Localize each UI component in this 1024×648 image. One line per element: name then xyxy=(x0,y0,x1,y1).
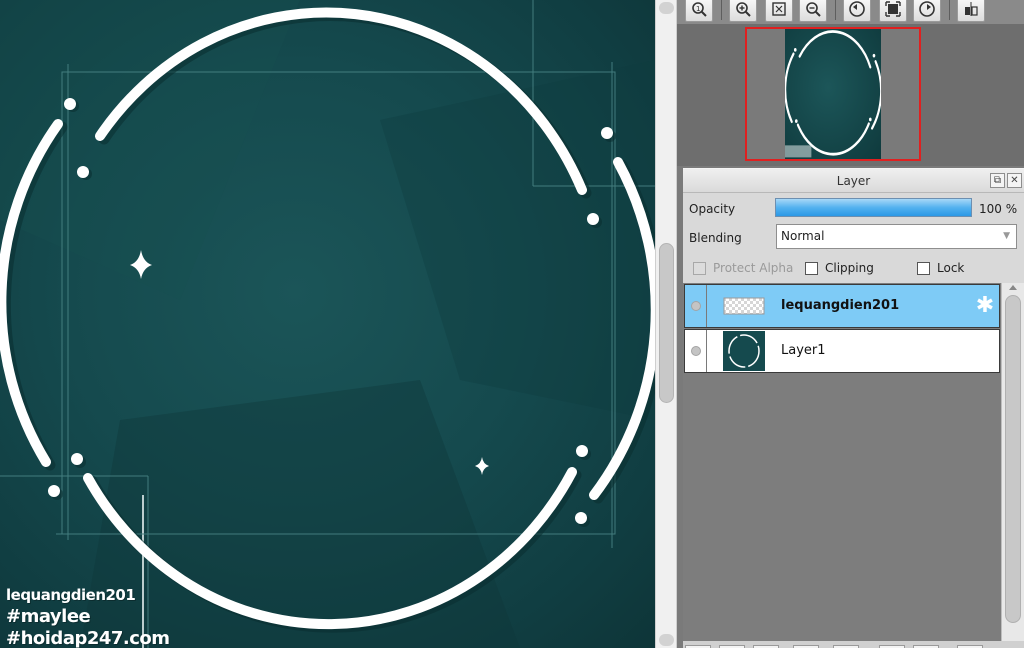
rotate-left-icon[interactable] xyxy=(843,0,871,22)
watermark-line-2: #maylee xyxy=(6,606,91,627)
flip-icon[interactable] xyxy=(957,0,985,22)
watermark-line-1: lequangdien201 xyxy=(6,586,136,604)
visibility-dot-icon xyxy=(691,346,701,356)
chevron-down-icon: ▼ xyxy=(1003,231,1010,241)
fit-screen-icon[interactable] xyxy=(765,0,793,22)
layer-panel-footer xyxy=(683,641,1024,648)
opacity-slider-fill xyxy=(776,199,971,216)
close-icon[interactable]: ✕ xyxy=(1007,173,1022,188)
visibility-dot-icon xyxy=(691,301,701,311)
blending-mode-select[interactable]: Normal ▼ xyxy=(776,224,1017,249)
paint-app-window: lequangdien201 #maylee #hoidap247.com 1 xyxy=(0,0,1024,648)
toolbar-separator xyxy=(949,0,950,20)
layer-panel-title: Layer ⧉ ✕ xyxy=(683,169,1024,193)
blending-label: Blending xyxy=(689,231,742,245)
navigator-view-frame[interactable] xyxy=(745,27,921,161)
toolbar-separator xyxy=(721,0,722,20)
zoom-fit-icon[interactable]: 1 xyxy=(685,0,713,22)
zoom-in-icon[interactable] xyxy=(729,0,757,22)
gear-icon[interactable]: ✱ xyxy=(974,295,996,317)
opacity-slider[interactable] xyxy=(775,198,972,217)
blending-mode-value: Normal xyxy=(781,229,825,243)
clipping-label: Clipping xyxy=(825,261,874,275)
lock-checkbox[interactable]: Lock xyxy=(917,261,964,275)
canvas-artwork xyxy=(0,0,655,648)
opacity-label: Opacity xyxy=(689,202,736,216)
lock-label: Lock xyxy=(937,261,965,275)
right-dock-panel: 1 Layer ⧉ ✕ Opacity 100 % Blending Norma… xyxy=(677,0,1024,648)
navigator-preview-panel xyxy=(677,24,1024,166)
sparkle-small xyxy=(475,457,489,475)
rotate-right-icon[interactable] xyxy=(913,0,941,22)
layer-row-lequangdien201[interactable]: lequangdien201 ✱ xyxy=(684,284,1000,328)
drawing-canvas[interactable]: lequangdien201 #maylee #hoidap247.com xyxy=(0,0,655,648)
protect-alpha-label: Protect Alpha xyxy=(713,261,794,275)
scroll-up-icon[interactable] xyxy=(1009,285,1017,290)
layer-scrollbar-thumb[interactable] xyxy=(1005,295,1021,623)
layer-panel: Layer ⧉ ✕ Opacity 100 % Blending Normal … xyxy=(683,168,1024,648)
layer-thumbnail xyxy=(723,331,765,371)
lock-checkbox-box xyxy=(917,261,930,275)
undock-icon[interactable]: ⧉ xyxy=(990,173,1005,188)
toolbar-separator xyxy=(835,0,836,20)
navigator-toolbar: 1 xyxy=(677,0,1024,24)
clipping-checkbox[interactable]: Clipping xyxy=(805,261,874,275)
layer-row-layer1[interactable]: Layer1 xyxy=(684,329,1000,373)
protect-alpha-checkbox-box xyxy=(693,261,706,275)
layer-name: Layer1 xyxy=(781,343,826,358)
layer-thumbnail xyxy=(723,286,765,326)
svg-text:1: 1 xyxy=(696,5,700,13)
layer-panel-title-text: Layer xyxy=(836,174,871,188)
fullscreen-icon[interactable] xyxy=(879,0,907,22)
opacity-value: 100 % xyxy=(979,202,1018,216)
layer-visibility-toggle[interactable] xyxy=(685,285,707,327)
scrollbar-top-cap[interactable] xyxy=(659,2,674,14)
scrollbar-bottom-cap[interactable] xyxy=(659,634,674,646)
zoom-out-icon[interactable] xyxy=(799,0,827,22)
protect-alpha-checkbox[interactable]: Protect Alpha xyxy=(693,261,793,275)
navigator-thumbnail xyxy=(785,29,881,159)
clipping-checkbox-box xyxy=(805,261,818,275)
watermark-line-3: #hoidap247.com xyxy=(6,628,170,648)
layer-list: lequangdien201 ✱ Layer1 xyxy=(683,283,1001,641)
layer-visibility-toggle[interactable] xyxy=(685,330,707,372)
layer-list-scrollbar[interactable] xyxy=(1001,283,1024,641)
canvas-scrollbar-thumb[interactable] xyxy=(659,243,674,403)
layer-name: lequangdien201 xyxy=(781,298,900,313)
canvas-vertical-scrollbar[interactable] xyxy=(655,0,677,648)
